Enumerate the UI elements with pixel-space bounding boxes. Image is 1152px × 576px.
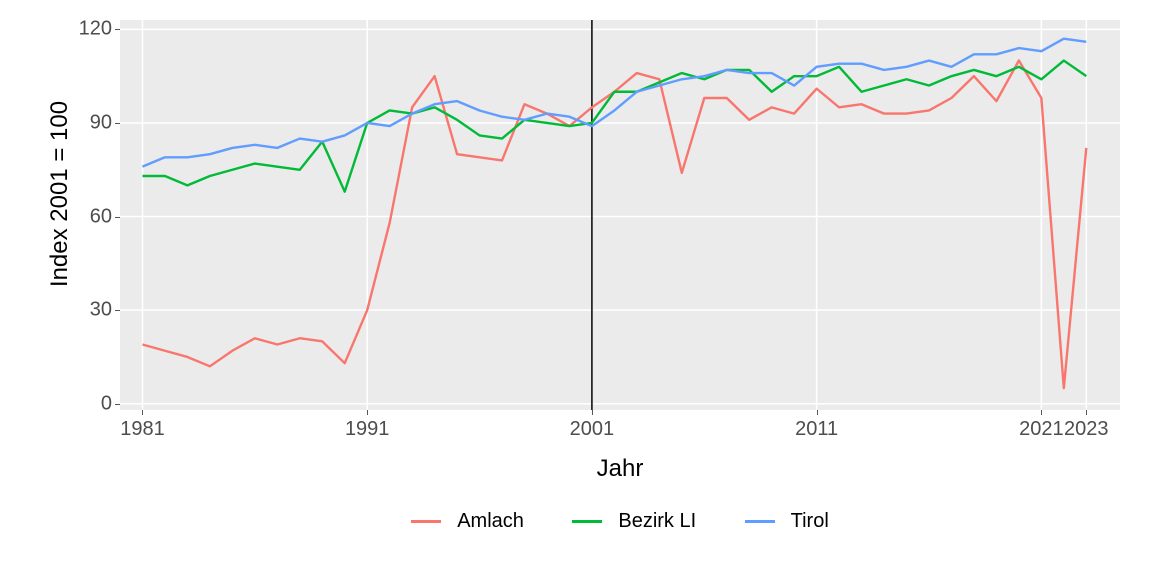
legend-item-bezirk: Bezirk LI xyxy=(572,510,696,533)
y-tick-mark xyxy=(115,123,120,124)
legend-label: Tirol xyxy=(791,510,829,533)
legend-item-amlach: Amlach xyxy=(411,510,524,533)
x-tick-mark xyxy=(817,410,818,415)
plot-svg xyxy=(120,20,1120,410)
y-tick-label: 60 xyxy=(52,205,112,228)
x-tick-mark xyxy=(367,410,368,415)
y-tick-label: 30 xyxy=(52,299,112,322)
x-tick-mark xyxy=(142,410,143,415)
y-tick-label: 120 xyxy=(52,18,112,41)
x-tick-label: 2001 xyxy=(570,418,615,441)
x-tick-mark xyxy=(1086,410,1087,415)
series-line xyxy=(142,61,1086,192)
x-tick-label: 1981 xyxy=(120,418,165,441)
x-axis-label: Jahr xyxy=(120,455,1120,483)
legend-label: Amlach xyxy=(457,510,524,533)
y-tick-mark xyxy=(115,29,120,30)
y-axis-label-wrap: Index 2001 = 100 xyxy=(20,0,60,390)
x-tick-label: 2021 xyxy=(1019,418,1064,441)
y-tick-mark xyxy=(115,217,120,218)
legend-swatch xyxy=(572,520,602,523)
y-tick-mark xyxy=(115,404,120,405)
x-tick-label: 2023 xyxy=(1064,418,1109,441)
y-tick-label: 0 xyxy=(52,392,112,415)
x-tick-mark xyxy=(1041,410,1042,415)
x-tick-mark xyxy=(592,410,593,415)
legend-label: Bezirk LI xyxy=(618,510,696,533)
legend: Amlach Bezirk LI Tirol xyxy=(120,510,1120,533)
legend-swatch xyxy=(411,520,441,523)
x-tick-label: 1991 xyxy=(345,418,390,441)
legend-item-tirol: Tirol xyxy=(745,510,829,533)
legend-swatch xyxy=(745,520,775,523)
chart-figure: Index 2001 = 100 Jahr Amlach Bezirk LI T… xyxy=(0,0,1152,576)
y-tick-label: 90 xyxy=(52,111,112,134)
plot-panel xyxy=(120,20,1120,410)
x-tick-label: 2011 xyxy=(795,418,838,441)
y-tick-mark xyxy=(115,310,120,311)
